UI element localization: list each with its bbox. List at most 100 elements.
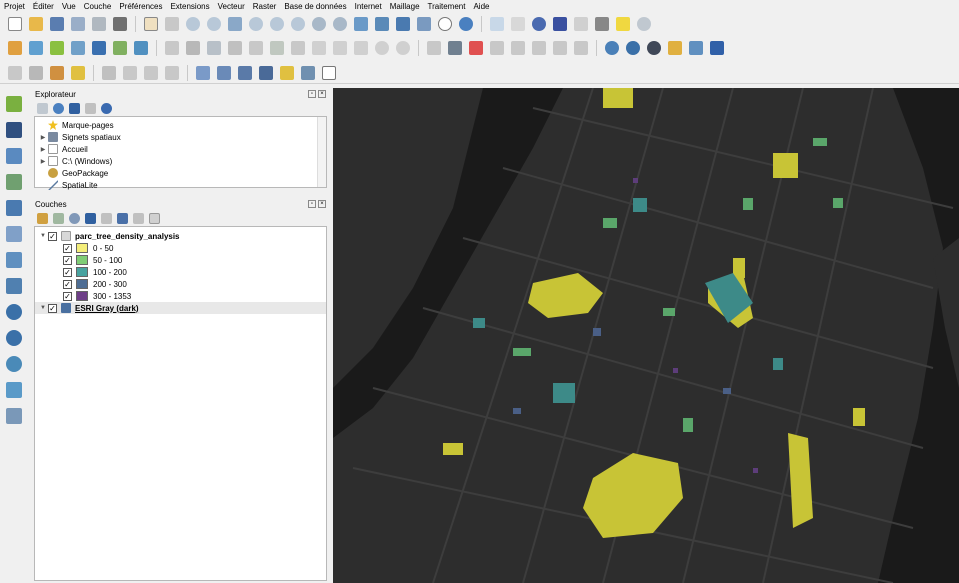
diagram-button[interactable] bbox=[488, 39, 506, 57]
field-calculator-button[interactable] bbox=[572, 15, 590, 33]
menu-raster[interactable]: Raster bbox=[253, 2, 277, 11]
label-rotate-button[interactable] bbox=[236, 64, 254, 82]
text-annotation-button[interactable] bbox=[299, 64, 317, 82]
explorer-scrollbar[interactable] bbox=[317, 117, 326, 187]
label-abc-button[interactable] bbox=[467, 39, 485, 57]
add-gps-button[interactable] bbox=[3, 197, 25, 219]
new-3d-view-button[interactable] bbox=[373, 15, 391, 33]
add-raster-button[interactable] bbox=[3, 119, 25, 141]
menu-internet[interactable]: Internet bbox=[355, 2, 382, 11]
copy-features-button[interactable] bbox=[331, 39, 349, 57]
menu-editer[interactable]: Éditer bbox=[33, 2, 54, 11]
add-postgis-button[interactable] bbox=[3, 249, 25, 271]
menu-preferences[interactable]: Préférences bbox=[119, 2, 162, 11]
digitize-button[interactable] bbox=[226, 39, 244, 57]
text-tool-button[interactable] bbox=[320, 64, 338, 82]
menu-vue[interactable]: Vue bbox=[62, 2, 76, 11]
info-icon[interactable] bbox=[101, 102, 112, 114]
advanced-digitizing-button[interactable] bbox=[100, 64, 118, 82]
locator-button[interactable] bbox=[635, 15, 653, 33]
layer-group-row[interactable]: ▼ ✓ parc_tree_density_analysis bbox=[35, 230, 326, 242]
select-by-value-button[interactable] bbox=[27, 64, 45, 82]
zoom-layer-button[interactable] bbox=[268, 15, 286, 33]
add-vector-button[interactable] bbox=[3, 93, 25, 115]
layer-visibility-checkbox[interactable]: ✓ bbox=[48, 303, 57, 313]
zoom-last-button[interactable] bbox=[310, 15, 328, 33]
temporal-controller-button[interactable] bbox=[436, 15, 454, 33]
open-project-button[interactable] bbox=[27, 15, 45, 33]
show-bookmarks-button[interactable] bbox=[415, 15, 433, 33]
add-group-icon[interactable] bbox=[53, 212, 64, 224]
zoom-in-button[interactable] bbox=[184, 15, 202, 33]
class-visibility-checkbox[interactable]: ✓ bbox=[63, 291, 72, 301]
bookmark-button[interactable] bbox=[394, 15, 412, 33]
quickmapservices-button[interactable] bbox=[624, 39, 642, 57]
openlayers-button[interactable] bbox=[603, 39, 621, 57]
basemap-layer-row[interactable]: ▼ ✓ ESRI Gray (dark) bbox=[35, 302, 326, 314]
label-toolbar-button[interactable] bbox=[425, 39, 443, 57]
refresh-icon[interactable] bbox=[53, 102, 64, 114]
add-spatialite-button[interactable] bbox=[3, 223, 25, 245]
data-source-manager-button[interactable] bbox=[6, 39, 24, 57]
vertex-tool-button[interactable] bbox=[247, 39, 265, 57]
toggle-editing-button[interactable] bbox=[184, 39, 202, 57]
style-manager-button[interactable] bbox=[111, 15, 129, 33]
label-pin-button[interactable] bbox=[278, 64, 296, 82]
pin-labels-button[interactable] bbox=[509, 39, 527, 57]
zoom-full-button[interactable] bbox=[226, 15, 244, 33]
legend-class-row[interactable]: ✓ 50 - 100 bbox=[35, 254, 326, 266]
add-mesh-button[interactable] bbox=[3, 145, 25, 167]
manage-visibility-icon[interactable] bbox=[69, 212, 80, 224]
deselect-all-button[interactable] bbox=[69, 64, 87, 82]
modify-attributes-button[interactable] bbox=[268, 39, 286, 57]
cut-features-button[interactable] bbox=[310, 39, 328, 57]
add-vector-layer-button[interactable] bbox=[48, 39, 66, 57]
tree-item[interactable]: SpatiaLite bbox=[35, 179, 326, 191]
menu-couche[interactable]: Couche bbox=[84, 2, 112, 11]
add-wms-layer-button[interactable] bbox=[90, 39, 108, 57]
statistics-button[interactable] bbox=[530, 15, 548, 33]
class-visibility-checkbox[interactable]: ✓ bbox=[63, 255, 72, 265]
collapse-all-icon[interactable] bbox=[85, 102, 96, 114]
tree-item[interactable]: ▶ C:\ (Windows) bbox=[35, 155, 326, 167]
move-label-button[interactable] bbox=[551, 39, 569, 57]
paste-features-button[interactable] bbox=[352, 39, 370, 57]
add-csv-button[interactable] bbox=[3, 171, 25, 193]
expand-arrow-icon[interactable]: ▶ bbox=[38, 134, 48, 141]
expand-arrow-icon[interactable]: ▶ bbox=[38, 158, 48, 165]
legend-class-row[interactable]: ✓ 0 - 50 bbox=[35, 242, 326, 254]
identify-features-button[interactable] bbox=[488, 15, 506, 33]
add-raster-layer-button[interactable] bbox=[111, 39, 129, 57]
plugins-button[interactable] bbox=[687, 39, 705, 57]
label-move-button[interactable] bbox=[215, 64, 233, 82]
select-by-expression-button[interactable] bbox=[48, 64, 66, 82]
refresh-button[interactable] bbox=[457, 15, 475, 33]
menu-traitement[interactable]: Traitement bbox=[428, 2, 466, 11]
new-print-layout-button[interactable] bbox=[69, 15, 87, 33]
layer-visibility-checkbox[interactable]: ✓ bbox=[48, 231, 57, 241]
menu-maillage[interactable]: Maillage bbox=[390, 2, 420, 11]
menu-vecteur[interactable]: Vecteur bbox=[218, 2, 245, 11]
undo-button[interactable] bbox=[373, 39, 391, 57]
float-panel-button[interactable]: ▫ bbox=[308, 200, 316, 208]
new-layer-button[interactable] bbox=[27, 39, 45, 57]
zoom-native-button[interactable] bbox=[289, 15, 307, 33]
help-button[interactable] bbox=[708, 39, 726, 57]
label-settings-button[interactable] bbox=[194, 64, 212, 82]
filter-icon[interactable] bbox=[69, 102, 80, 114]
close-panel-button[interactable]: × bbox=[318, 200, 326, 208]
tree-item[interactable]: ▶ Signets spatiaux bbox=[35, 131, 326, 143]
zoom-out-button[interactable] bbox=[205, 15, 223, 33]
expand-all-icon[interactable] bbox=[117, 212, 128, 224]
menu-projet[interactable]: Projet bbox=[4, 2, 25, 11]
open-styling-icon[interactable] bbox=[37, 212, 48, 224]
redo-button[interactable] bbox=[394, 39, 412, 57]
add-mssql-button[interactable] bbox=[3, 275, 25, 297]
zoom-selection-button[interactable] bbox=[247, 15, 265, 33]
filter-legend-icon[interactable] bbox=[85, 212, 96, 224]
remove-layer-icon[interactable] bbox=[149, 212, 160, 224]
python-console-button[interactable] bbox=[666, 39, 684, 57]
add-mesh-layer-button[interactable] bbox=[132, 39, 150, 57]
sum-button[interactable] bbox=[551, 15, 569, 33]
label-tool-button[interactable] bbox=[446, 39, 464, 57]
